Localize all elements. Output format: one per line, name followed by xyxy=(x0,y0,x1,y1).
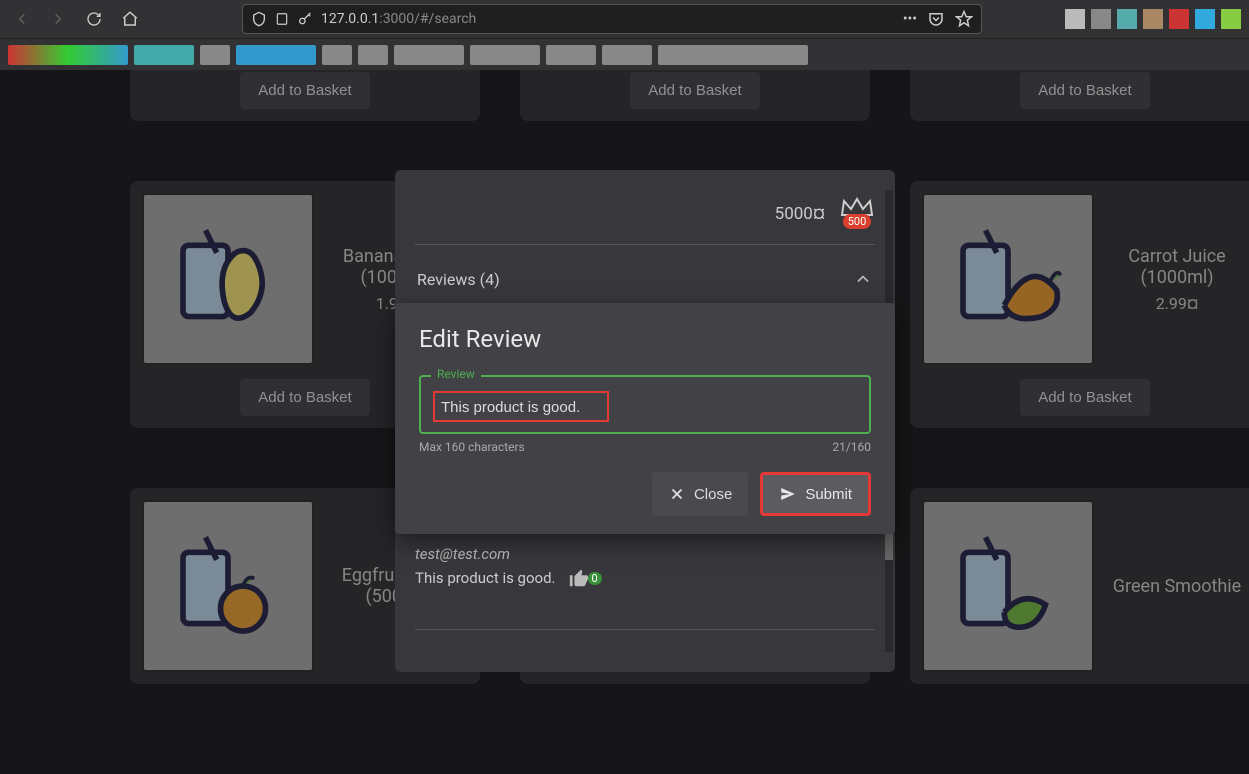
url-text: 127.0.0.1:3000/#/search xyxy=(321,11,476,27)
like-count: 0 xyxy=(588,572,602,585)
char-counter: 21/160 xyxy=(832,440,871,454)
send-icon xyxy=(779,485,797,503)
chevron-up-icon xyxy=(853,269,873,289)
star-icon[interactable] xyxy=(955,10,973,28)
review-text: This product is good. xyxy=(415,569,556,587)
shield-icon xyxy=(251,11,267,27)
review-input[interactable] xyxy=(441,399,601,416)
crown-icon: 500 xyxy=(839,201,875,227)
close-button[interactable]: Close xyxy=(652,472,748,516)
reload-button[interactable] xyxy=(80,5,108,33)
thumbs-up-icon xyxy=(568,567,590,589)
bookmarks-bar xyxy=(0,38,1249,70)
reviews-header[interactable]: Reviews (4) xyxy=(415,263,875,295)
review-field[interactable]: Review xyxy=(419,375,871,434)
submit-button[interactable]: Submit xyxy=(760,472,871,516)
back-button[interactable] xyxy=(8,5,36,33)
panel-price: 5000¤ xyxy=(775,204,825,224)
review-item: test@test.com This product is good. 0 xyxy=(415,545,875,589)
field-label: Review xyxy=(431,367,481,381)
edit-review-modal: Edit Review Review Max 160 characters 21… xyxy=(395,303,895,534)
toolbar-right xyxy=(1065,9,1241,29)
pocket-icon[interactable] xyxy=(927,10,945,28)
key-icon xyxy=(297,11,313,27)
crown-badge: 500 xyxy=(843,214,872,229)
browser-toolbar: 127.0.0.1:3000/#/search ••• xyxy=(0,0,1249,38)
close-icon xyxy=(668,485,686,503)
field-helper: Max 160 characters xyxy=(419,440,525,454)
modal-title: Edit Review xyxy=(419,325,871,353)
like-button[interactable]: 0 xyxy=(568,567,602,589)
forward-button[interactable] xyxy=(44,5,72,33)
home-button[interactable] xyxy=(116,5,144,33)
page-icon xyxy=(275,12,289,26)
more-icon[interactable]: ••• xyxy=(903,11,917,27)
review-author: test@test.com xyxy=(415,545,875,563)
url-bar[interactable]: 127.0.0.1:3000/#/search ••• xyxy=(242,4,982,34)
